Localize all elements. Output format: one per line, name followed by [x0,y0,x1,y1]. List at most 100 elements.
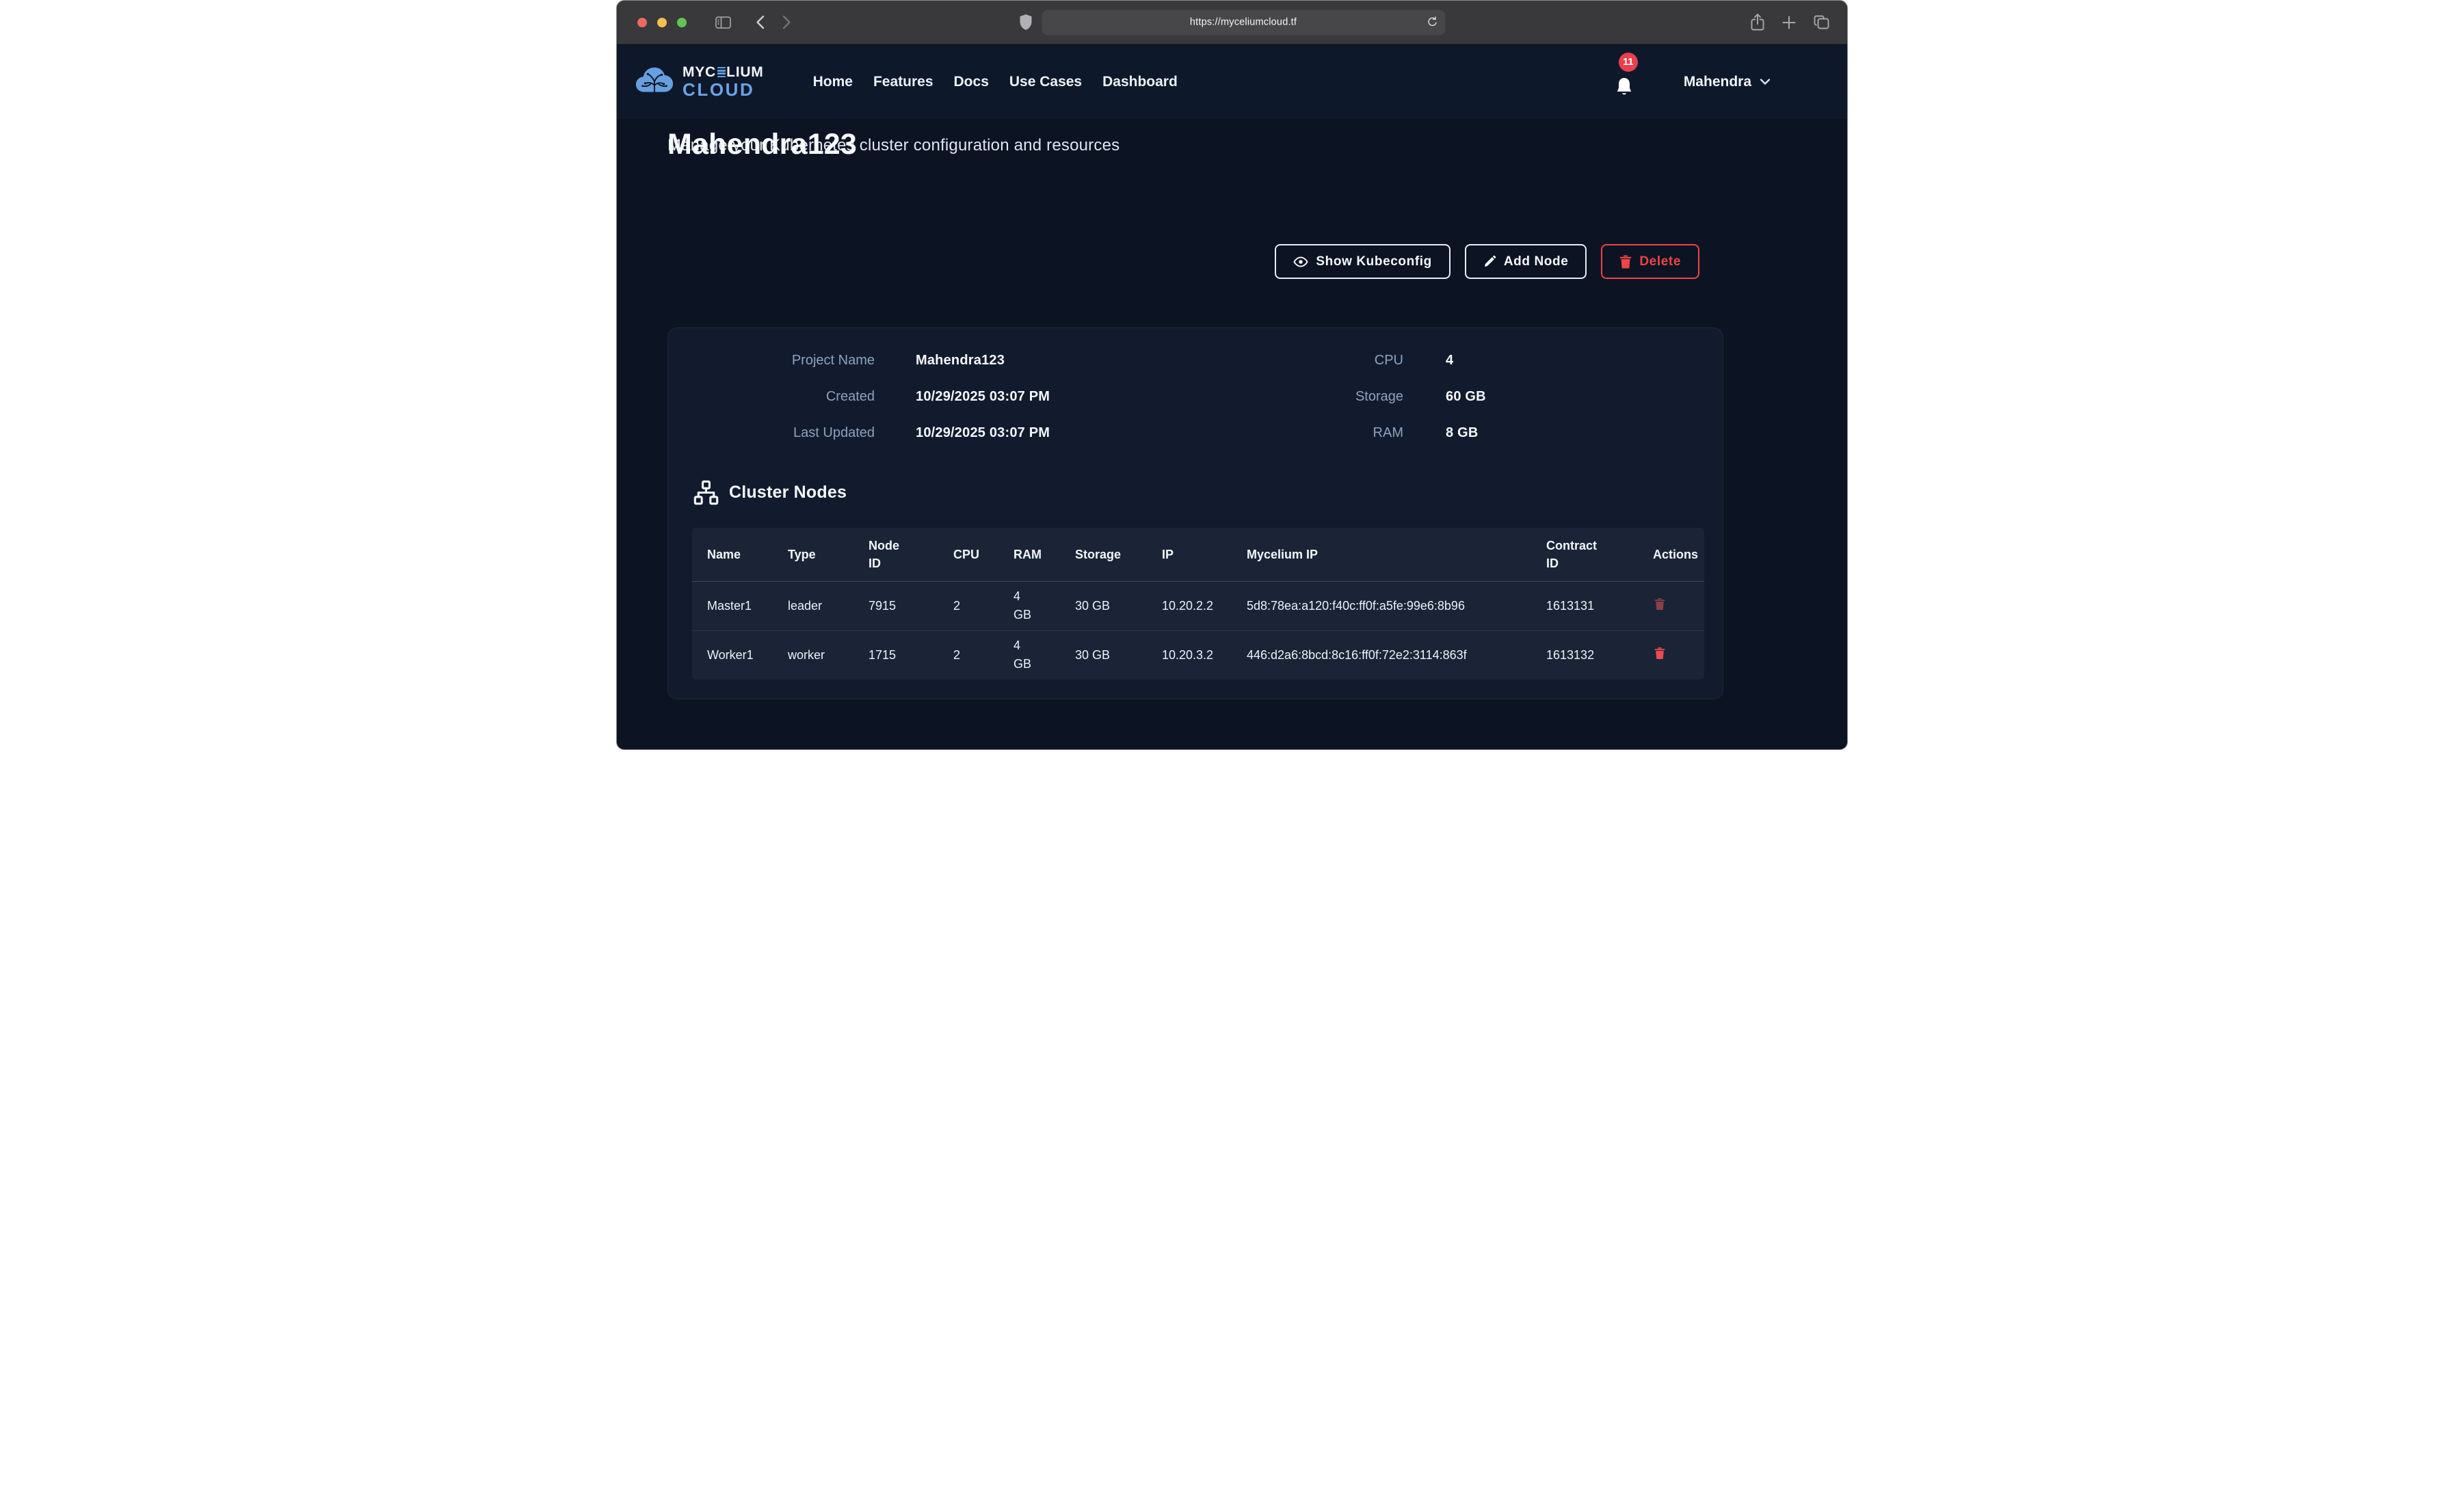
table-row: Master1 leader 7915 2 4 GB 30 GB 10.20.2… [692,581,1704,630]
brand-e-bars-icon [717,67,726,78]
cell-name: Master1 [692,581,773,630]
field-value: 4 [1446,353,1453,369]
project-info-right: CPU 4 Storage 60 GB RAM 8 GB [1188,353,1486,442]
page-title: Mahendra123 [667,130,857,159]
nav-link-dashboard[interactable]: Dashboard [1102,74,1178,90]
cell-cpu: 2 [938,630,998,680]
trash-icon [1654,598,1665,611]
cell-ram: 4 GB [998,630,1060,680]
field-value: 8 GB [1446,425,1478,441]
field-label: Created [696,389,875,405]
notification-badge: 11 [1619,53,1638,72]
last-updated-row: Last Updated 10/29/2025 03:07 PM [696,425,1050,442]
cell-ip: 10.20.3.2 [1147,630,1232,680]
col-storage: Storage [1060,528,1147,581]
user-menu[interactable]: Mahendra [1684,74,1771,90]
created-row: Created 10/29/2025 03:07 PM [696,389,1050,405]
minimize-window-button[interactable] [657,18,667,27]
field-label: Storage [1188,389,1403,405]
notifications-button[interactable]: 11 [1613,62,1640,102]
cell-name: Worker1 [692,630,773,680]
brand-logo[interactable]: MYCLIUM CLOUD [635,65,764,99]
storage-row: Storage 60 GB [1188,389,1486,405]
close-window-button[interactable] [637,18,647,27]
project-name-row: Project Name Mahendra123 [696,353,1050,369]
mycelium-cloud-logo-icon [635,65,674,99]
cell-type: leader [773,581,853,630]
cluster-nodes-title: Cluster Nodes [729,483,847,503]
delete-cluster-button[interactable]: Delete [1601,244,1699,279]
trash-icon [1654,647,1665,660]
col-ram: RAM [998,528,1060,581]
new-tab-icon[interactable] [1782,16,1796,29]
tab-overview-icon[interactable] [1814,15,1829,29]
top-navbar: MYCLIUM CLOUD Home Features Docs Use Cas… [617,44,1847,119]
forward-icon[interactable] [782,15,791,29]
url-text: https://myceliumcloud.tf [1190,17,1297,28]
delete-node-button[interactable] [1653,645,1667,661]
cell-cpu: 2 [938,581,998,630]
table-row: Worker1 worker 1715 2 4 GB 30 GB 10.20.3… [692,630,1704,680]
cell-mycelium-ip: 446:d2a6:8bcd:8c16:ff0f:72e2:3114:863f [1232,630,1531,680]
col-cpu: CPU [938,528,998,581]
project-info-left: Project Name Mahendra123 Created 10/29/2… [696,353,1050,442]
field-label: RAM [1188,425,1403,441]
nav-link-home[interactable]: Home [813,74,853,90]
cluster-nodes-header: Cluster Nodes [693,480,847,505]
cell-storage: 30 GB [1060,630,1147,680]
reload-icon[interactable] [1426,16,1438,29]
sitemap-icon [693,480,719,505]
col-ip: IP [1147,528,1232,581]
table-header-row: Name Type Node ID CPU RAM Storage IP Myc… [692,528,1704,581]
field-label: CPU [1188,353,1403,369]
cell-actions [1638,630,1704,680]
traffic-lights [637,18,687,27]
eye-icon [1293,256,1308,268]
field-label: Project Name [696,353,875,369]
cell-ram: 4 GB [998,581,1060,630]
nav-links: Home Features Docs Use Cases Dashboard [813,74,1178,90]
brand-name-bottom: CLOUD [683,81,764,98]
nav-link-features[interactable]: Features [873,74,933,90]
page-content: Mahendra123 [617,44,1847,750]
add-node-button[interactable]: Add Node [1465,244,1587,279]
cell-node-id: 1715 [853,630,938,680]
col-actions: Actions [1638,528,1704,581]
browser-chrome: https://myceliumcloud.tf [617,1,1847,44]
cell-mycelium-ip: 5d8:78ea:a120:f40c:ff0f:a5fe:99e6:8b96 [1232,581,1531,630]
nav-link-use-cases[interactable]: Use Cases [1009,74,1082,90]
url-bar[interactable]: https://myceliumcloud.tf [1042,10,1445,35]
field-label: Last Updated [696,425,875,441]
col-contract-id: Contract ID [1531,528,1638,581]
col-name: Name [692,528,773,581]
pencil-icon [1483,255,1496,268]
field-value: Mahendra123 [916,353,1005,369]
field-value: 10/29/2025 03:07 PM [916,425,1050,441]
browser-window: https://myceliumcloud.tf [616,0,1848,750]
zoom-window-button[interactable] [677,18,687,27]
back-icon[interactable] [756,15,765,29]
share-icon[interactable] [1751,14,1764,31]
nav-link-docs[interactable]: Docs [954,74,989,90]
cell-contract-id: 1613131 [1531,581,1638,630]
cell-contract-id: 1613132 [1531,630,1638,680]
user-name: Mahendra [1684,74,1751,90]
field-value: 10/29/2025 03:07 PM [916,389,1050,405]
sidebar-toggle-icon[interactable] [715,16,731,29]
cluster-nodes-table: Name Type Node ID CPU RAM Storage IP Myc… [692,528,1704,680]
chevron-down-icon [1760,78,1771,85]
col-type: Type [773,528,853,581]
cell-actions [1638,581,1704,630]
trash-icon [1619,255,1632,269]
bell-icon [1614,76,1634,102]
privacy-shield-icon[interactable] [1019,14,1032,31]
cell-node-id: 7915 [853,581,938,630]
col-node-id: Node ID [853,528,938,581]
field-value: 60 GB [1446,389,1486,405]
col-mycelium-ip: Mycelium IP [1232,528,1531,581]
ram-row: RAM 8 GB [1188,425,1486,442]
cluster-actions: Show Kubeconfig Add Node [1275,244,1699,279]
cell-storage: 30 GB [1060,581,1147,630]
show-kubeconfig-button[interactable]: Show Kubeconfig [1275,244,1450,279]
delete-node-button[interactable] [1653,596,1667,612]
